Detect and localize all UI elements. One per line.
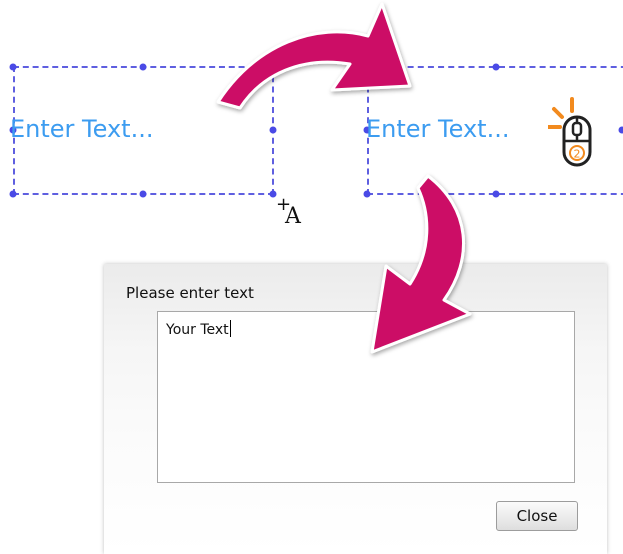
resize-handle[interactable] xyxy=(10,191,17,198)
text-a-icon: A xyxy=(285,204,301,229)
resize-handle[interactable] xyxy=(270,127,277,134)
resize-handle[interactable] xyxy=(364,191,371,198)
resize-handle[interactable] xyxy=(619,127,623,134)
click-count-label: 2 xyxy=(574,148,581,161)
enter-text-dialog: Please enter text Your Text Close xyxy=(104,264,607,554)
close-button[interactable]: Close xyxy=(496,501,578,531)
text-caret xyxy=(230,320,231,337)
left-textbox-placeholder: Enter Text... xyxy=(10,115,153,143)
resize-handle[interactable] xyxy=(493,64,500,71)
text-input-value[interactable]: Your Text xyxy=(166,320,231,338)
mouse-double-click-icon: 2 xyxy=(548,97,608,187)
resize-handle[interactable] xyxy=(364,64,371,71)
resize-handle[interactable] xyxy=(140,191,147,198)
dialog-title: Please enter text xyxy=(126,284,254,302)
right-textbox-placeholder: Enter Text... xyxy=(366,115,509,143)
text-input-area[interactable]: Your Text xyxy=(157,311,575,483)
resize-handle[interactable] xyxy=(493,191,500,198)
resize-handle[interactable] xyxy=(140,64,147,71)
resize-handle[interactable] xyxy=(270,64,277,71)
text-input-text: Your Text xyxy=(166,322,229,338)
resize-handle[interactable] xyxy=(10,64,17,71)
text-tool-cursor-icon: + A xyxy=(272,196,312,236)
